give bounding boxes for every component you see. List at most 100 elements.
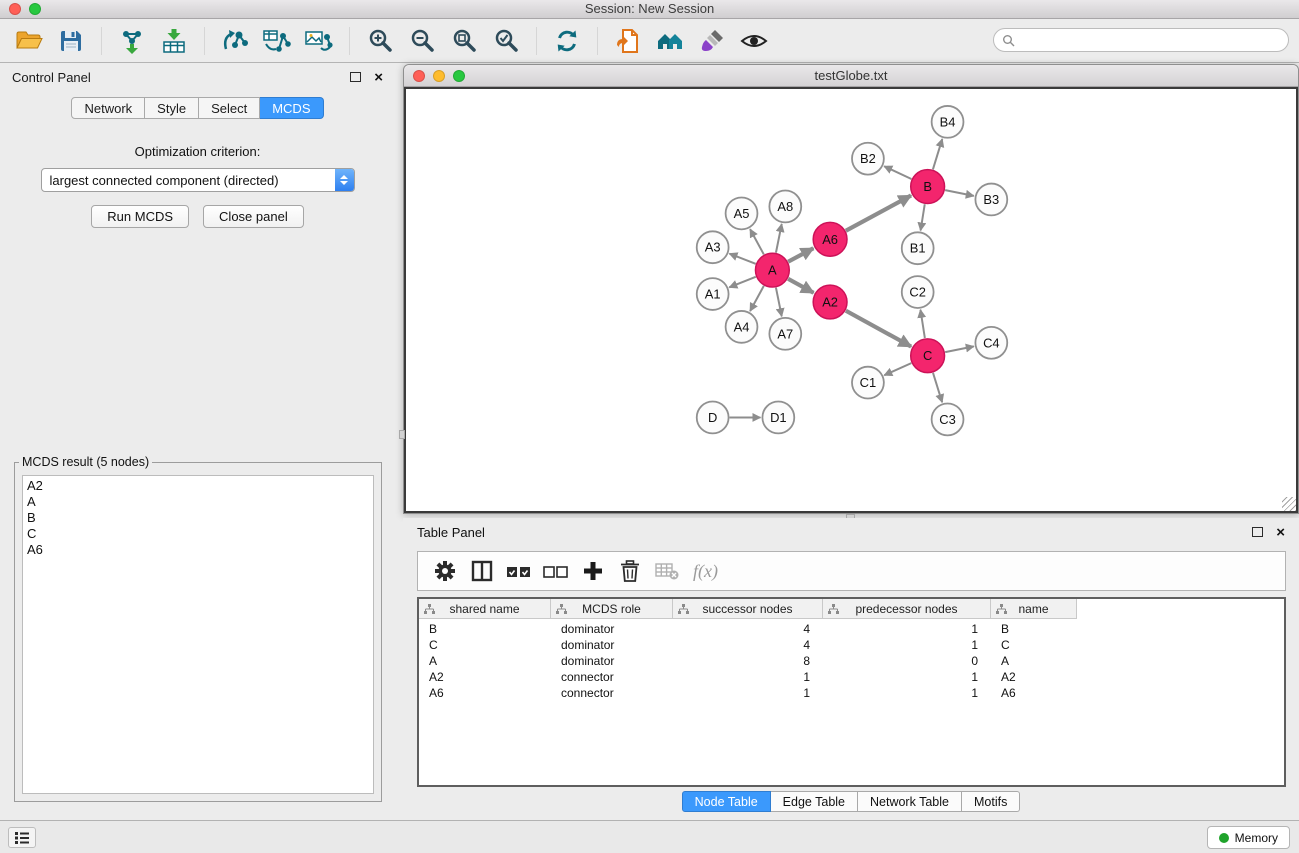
fullscreen-window-button[interactable] [29,3,41,15]
tab-style[interactable]: Style [145,97,199,119]
optimization-criterion-dropdown[interactable]: largest connected component (directed) [41,168,355,192]
function-builder-button[interactable]: f(x) [685,561,726,582]
edge-B-B1[interactable] [921,204,925,230]
edge-C-C3[interactable] [933,373,942,402]
edge-C-C4[interactable] [945,346,974,352]
network-window-titlebar[interactable]: testGlobe.txt [404,65,1298,87]
show-panels-button[interactable] [8,827,36,848]
node-A[interactable]: A [755,253,789,287]
node-C4[interactable]: C4 [975,327,1007,359]
node-D[interactable]: D [697,402,729,434]
edge-A-A5[interactable] [750,229,764,254]
result-item[interactable]: A6 [27,542,369,558]
maximize-network-button[interactable] [453,70,465,82]
mcds-result-list[interactable]: A2ABCA6 [22,475,374,794]
column-header-shared-name[interactable]: shared name [419,599,551,619]
node-C3[interactable]: C3 [932,404,964,436]
import-table-icon[interactable] [158,25,190,57]
network-from-table-icon[interactable] [261,25,293,57]
add-row-icon[interactable] [574,555,611,587]
edge-B-B3[interactable] [945,190,974,196]
save-session-icon[interactable] [55,25,87,57]
table-settings-icon[interactable] [426,555,463,587]
zoom-selected-icon[interactable] [490,25,522,57]
tab-edge-table[interactable]: Edge Table [771,791,858,812]
zoom-fit-icon[interactable] [448,25,480,57]
import-network-icon[interactable] [116,25,148,57]
apply-style-icon[interactable] [696,25,728,57]
tab-node-table[interactable]: Node Table [682,791,771,812]
node-C1[interactable]: C1 [852,367,884,399]
splitter-handle[interactable] [399,430,405,439]
edge-A-A2[interactable] [788,279,813,293]
delete-table-icon[interactable] [648,555,685,587]
close-network-button[interactable] [413,70,425,82]
node-A1[interactable]: A1 [697,278,729,310]
edge-A-A7[interactable] [776,288,782,317]
export-image-icon[interactable] [303,25,335,57]
close-table-panel-icon[interactable]: × [1276,525,1285,540]
float-panel-icon[interactable] [350,72,361,82]
edge-A-A1[interactable] [729,277,755,288]
node-A7[interactable]: A7 [769,318,801,350]
refresh-icon[interactable] [551,25,583,57]
zoom-in-icon[interactable] [364,25,396,57]
edge-B-B2[interactable] [884,166,911,179]
column-header-predecessor-nodes[interactable]: predecessor nodes [823,599,991,619]
new-network-icon[interactable] [219,25,251,57]
node-C2[interactable]: C2 [902,276,934,308]
result-item[interactable]: C [27,526,369,542]
tab-network[interactable]: Network [71,97,145,119]
node-A5[interactable]: A5 [726,197,758,229]
tab-motifs[interactable]: Motifs [962,791,1020,812]
column-header-MCDS-role[interactable]: MCDS role [551,599,673,619]
node-A6[interactable]: A6 [813,222,847,256]
edge-A-A8[interactable] [776,224,782,253]
result-item[interactable]: B [27,510,369,526]
node-D1[interactable]: D1 [762,402,794,434]
tab-network-table[interactable]: Network Table [858,791,962,812]
close-window-button[interactable] [9,3,21,15]
edge-A6-B[interactable] [846,195,911,230]
column-header-name[interactable]: name [991,599,1077,619]
edge-A-A4[interactable] [750,286,764,311]
search-field[interactable] [993,28,1289,52]
window-titlebar[interactable]: Session: New Session [0,0,1299,19]
close-panel-icon[interactable]: × [374,70,383,85]
edge-A-A3[interactable] [729,254,755,264]
node-B[interactable]: B [911,170,945,204]
zoom-out-icon[interactable] [406,25,438,57]
unselect-all-icon[interactable] [537,555,574,587]
table-row[interactable]: A6connector11A6 [419,685,1284,701]
node-B4[interactable]: B4 [932,106,964,138]
minimize-network-button[interactable] [433,70,445,82]
edge-B-B4[interactable] [933,139,942,169]
column-header-successor-nodes[interactable]: successor nodes [673,599,823,619]
edge-C-C1[interactable] [884,363,911,375]
node-A2[interactable]: A2 [813,285,847,319]
result-item[interactable]: A2 [27,478,369,494]
close-panel-button[interactable]: Close panel [203,205,304,228]
node-B3[interactable]: B3 [975,184,1007,216]
tab-mcds[interactable]: MCDS [260,97,323,119]
search-input[interactable] [1020,33,1288,48]
show-columns-icon[interactable] [463,555,500,587]
memory-button[interactable]: Memory [1207,826,1290,849]
node-B1[interactable]: B1 [902,232,934,264]
edge-C-C2[interactable] [920,310,924,338]
show-graphics-icon[interactable] [738,25,770,57]
result-item[interactable]: A [27,494,369,510]
network-canvas[interactable]: B4B2BB3A5A8A6A3AB1A1A2C2A4A7C4CC1DD1C3 [406,89,1296,511]
node-A3[interactable]: A3 [697,231,729,263]
open-file-icon[interactable] [13,25,45,57]
table-row[interactable]: Adominator80A [419,653,1284,669]
node-C[interactable]: C [911,339,945,373]
home-icon[interactable] [654,25,686,57]
resize-grip[interactable] [1282,497,1296,511]
open-session-icon[interactable] [612,25,644,57]
edge-A-A6[interactable] [788,248,813,261]
edge-A2-C[interactable] [846,311,911,347]
node-B2[interactable]: B2 [852,143,884,175]
select-all-icon[interactable] [500,555,537,587]
table-row[interactable]: Bdominator41B [419,621,1284,637]
